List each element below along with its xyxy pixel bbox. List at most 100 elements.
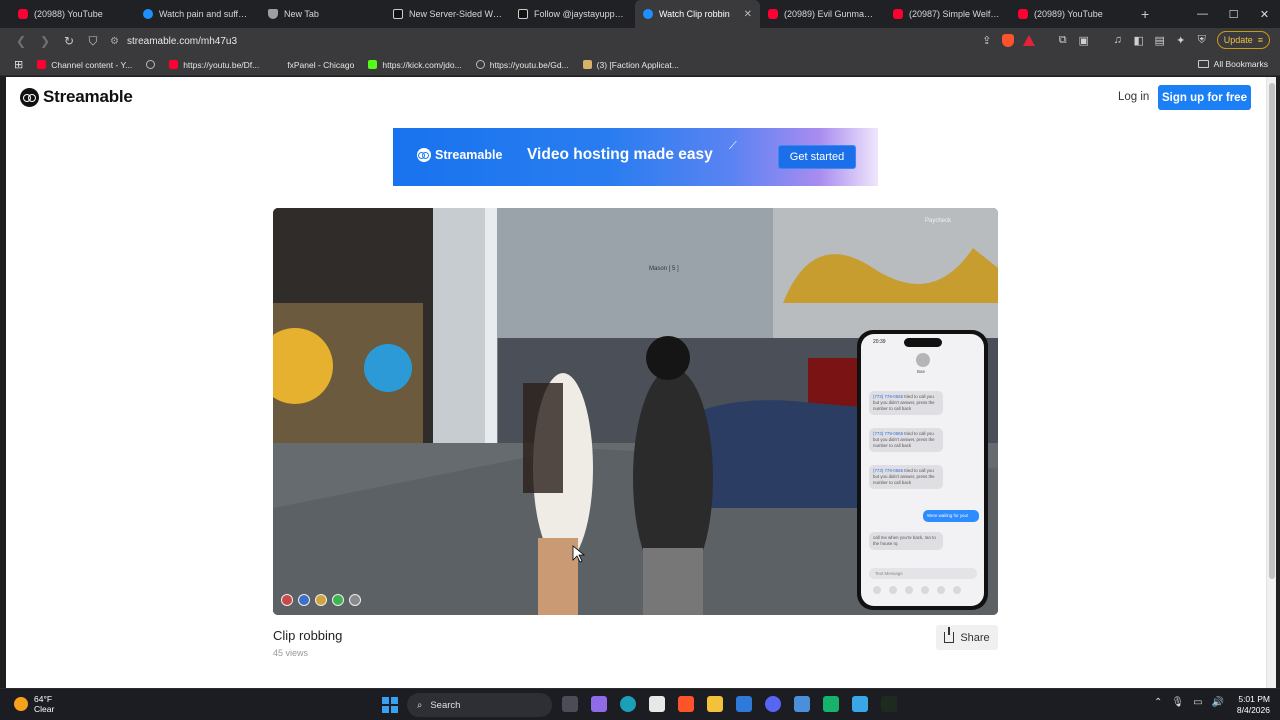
back-icon[interactable]: ❮ xyxy=(14,34,28,48)
bookmark-item[interactable] xyxy=(146,60,156,69)
start-button[interactable] xyxy=(382,697,398,713)
banner-tagline: Video hosting made easy xyxy=(527,146,713,163)
tab-title: (20987) Simple Welfare C xyxy=(909,9,1002,19)
weather-widget[interactable]: 64°F Clear xyxy=(14,694,54,714)
browser-tab-active[interactable]: Watch Clip robbin ✕ xyxy=(635,0,760,28)
signup-button[interactable]: Sign up for free xyxy=(1158,85,1251,110)
bookmark-item[interactable]: https://youtu.be/Df... xyxy=(169,60,259,70)
bookmark-item[interactable]: https://kick.com/jdo... xyxy=(368,60,462,70)
player-tag: Mason [ 5 ] xyxy=(649,266,679,272)
media-icon[interactable]: ♫ xyxy=(1112,34,1124,46)
update-label: Update xyxy=(1223,35,1253,45)
vpn-icon[interactable]: ⛨ xyxy=(1196,34,1208,47)
all-bookmarks[interactable]: All Bookmarks xyxy=(1197,59,1268,69)
bookmark-label: https://youtu.be/Gd... xyxy=(489,59,569,70)
update-button[interactable]: Update ≡ xyxy=(1216,31,1270,49)
system-tray: ⌃ 🎙 ▭ 🔊 xyxy=(1154,697,1224,708)
wallet-icon[interactable]: ▣ xyxy=(1078,34,1090,47)
bookmark-label: https://youtu.be/Df... xyxy=(183,59,260,70)
game-app-icon[interactable] xyxy=(823,696,839,712)
photos-icon[interactable] xyxy=(852,696,868,712)
notepad-icon[interactable] xyxy=(794,696,810,712)
brave-shields-icon[interactable] xyxy=(1001,33,1014,47)
brave-rewards-icon[interactable] xyxy=(1022,34,1035,46)
bookmark-item[interactable]: (3) [Faction Applicat... xyxy=(582,60,679,70)
tab-title: Watch pain and suffering xyxy=(159,9,252,19)
share-page-icon[interactable]: ⇪ xyxy=(981,34,993,47)
kick-icon xyxy=(368,60,378,69)
thirst-icon xyxy=(332,594,344,606)
mail-icon[interactable] xyxy=(736,696,752,712)
brave-icon[interactable] xyxy=(678,696,694,712)
chevron-up-icon[interactable]: ⌃ xyxy=(1154,697,1162,708)
terminal-icon[interactable] xyxy=(881,696,897,712)
share-button[interactable]: Share xyxy=(936,625,998,650)
incoming-message: call me when you're back, ran to the hou… xyxy=(869,532,943,550)
armor-icon xyxy=(298,594,310,606)
browser-tab[interactable]: Watch pain and suffering xyxy=(135,0,260,28)
bookmark-label: Channel content - Y... xyxy=(51,59,133,70)
maximize-icon[interactable]: ☐ xyxy=(1218,0,1249,28)
bookmark-item[interactable]: fxPanel - Chicago xyxy=(273,60,354,70)
clock-date: 8/4/2026 xyxy=(1236,705,1270,715)
url-text[interactable]: streamable.com/mh47u3 xyxy=(127,36,237,47)
system-clock[interactable]: 5:01 PM 8/4/2026 xyxy=(1230,694,1270,716)
task-view-icon[interactable] xyxy=(562,696,578,712)
streamable-logo[interactable]: Streamable xyxy=(20,87,133,107)
taskbar-search[interactable]: ⌕ Search xyxy=(407,693,552,717)
browser-tab[interactable]: (20988) YouTube xyxy=(10,0,135,28)
browser-tab[interactable]: (20989) YouTube xyxy=(1010,0,1135,28)
shield-favicon-icon xyxy=(268,9,278,19)
get-started-button[interactable]: Get started xyxy=(778,145,856,169)
microphone-icon[interactable]: 🎙 xyxy=(1171,697,1184,708)
sidebar-icon[interactable]: ◧ xyxy=(1133,34,1145,47)
browser-tab[interactable]: (20987) Simple Welfare C xyxy=(885,0,1010,28)
page-scrollbar[interactable] xyxy=(1266,77,1276,688)
browser-tab[interactable]: (20989) Evil Gunman Am xyxy=(760,0,885,28)
close-tab-icon[interactable]: ✕ xyxy=(744,9,752,20)
forward-icon[interactable]: ❯ xyxy=(38,34,52,48)
bookmark-icon[interactable]: ⛉ xyxy=(86,34,100,49)
scrollbar-thumb[interactable] xyxy=(1269,83,1275,579)
volume-icon[interactable]: 🔊 xyxy=(1212,697,1224,708)
outgoing-message: Were waiting for you! xyxy=(923,510,979,522)
logo-text: Streamable xyxy=(43,87,133,106)
display-icon[interactable]: ▭ xyxy=(1193,697,1202,708)
browser-tab[interactable]: New Server-Sided Weapo xyxy=(385,0,510,28)
streamable-favicon-icon xyxy=(643,9,653,19)
leo-ai-icon[interactable]: ✦ xyxy=(1175,34,1187,47)
minimize-icon[interactable]: — xyxy=(1187,0,1218,28)
apps-grid-icon[interactable]: ⊞ xyxy=(14,58,23,71)
wallet-panel-icon[interactable]: ▤ xyxy=(1154,34,1166,47)
login-link[interactable]: Log in xyxy=(1118,91,1149,103)
video-player[interactable]: Paycheck Mason [ 5 ] 20:39 Bae (773) 778… xyxy=(273,208,998,615)
banner-logo-text: Streamable xyxy=(435,148,503,162)
discord-icon[interactable] xyxy=(765,696,781,712)
new-tab-icon[interactable]: + xyxy=(1141,6,1149,22)
extensions-icon[interactable]: ⧉ xyxy=(1057,34,1069,47)
site-info-icon[interactable]: ⚙ xyxy=(110,36,119,47)
browser-tab[interactable]: New Tab xyxy=(260,0,385,28)
clip-title: Clip robbing xyxy=(273,628,343,643)
toolbar-actions: ⇪ ⧉ ▣ ♫ ◧ ▤ ✦ ⛨ Update ≡ xyxy=(981,31,1270,49)
ad-banner[interactable]: Streamable Video hosting made easy ⟋ Get… xyxy=(393,128,878,186)
bookmark-item[interactable]: Channel content - Y... xyxy=(37,60,132,70)
message-bubble: (773) 778-0565 tried to call you but you… xyxy=(869,428,943,452)
streamable-logo-icon xyxy=(417,148,431,162)
close-window-icon[interactable]: ✕ xyxy=(1249,0,1280,28)
window-controls: — ☐ ✕ xyxy=(1187,0,1280,28)
reload-icon[interactable]: ↻ xyxy=(62,34,76,48)
sparkle-icon: ⟋ xyxy=(729,140,737,152)
edge-icon[interactable] xyxy=(620,696,636,712)
copilot-icon[interactable] xyxy=(591,696,607,712)
weather-condition: Clear xyxy=(34,704,55,714)
bookmark-item[interactable]: https://youtu.be/Gd... xyxy=(475,59,569,70)
globe-icon xyxy=(146,60,156,69)
in-game-phone: 20:39 Bae (773) 778-0565 tried to call y… xyxy=(857,330,988,610)
sun-icon xyxy=(14,697,28,711)
file-explorer-icon[interactable] xyxy=(707,696,723,712)
clock-time: 5:01 PM xyxy=(1238,694,1270,704)
address-bar[interactable]: ⚙ streamable.com/mh47u3 xyxy=(110,36,237,47)
store-icon[interactable] xyxy=(649,696,665,712)
browser-tab[interactable]: Follow @jaystayuppp on xyxy=(510,0,635,28)
